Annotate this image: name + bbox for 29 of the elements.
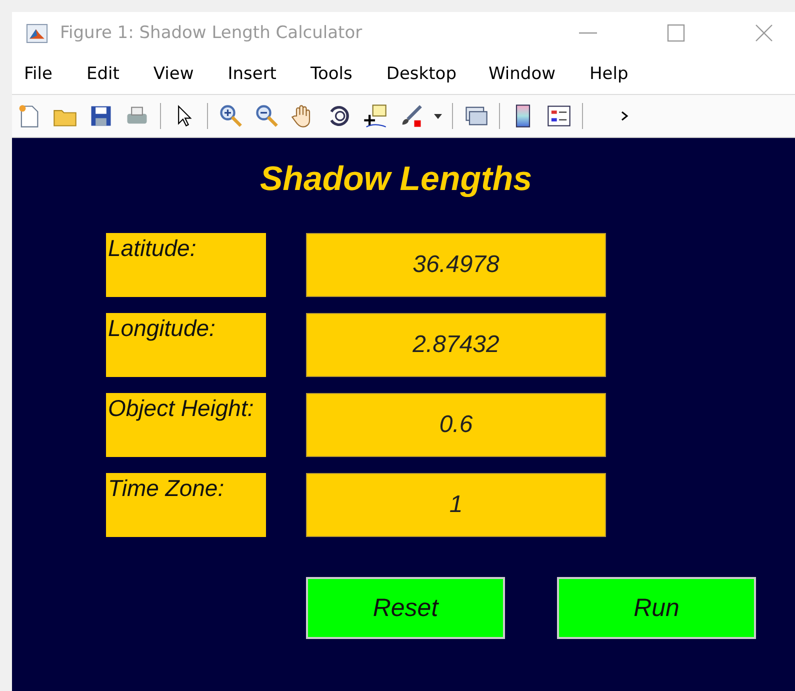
input-field[interactable]: 1 — [306, 473, 606, 537]
zoom-in-icon[interactable] — [218, 103, 244, 129]
input-field[interactable]: 0.6 — [306, 393, 606, 457]
menu-item[interactable]: Help — [590, 64, 628, 84]
menu-item[interactable]: View — [153, 64, 194, 84]
window-title: Figure 1: Shadow Length Calculator — [60, 23, 362, 43]
close-icon[interactable] — [755, 24, 773, 42]
field-label: Object Height: — [106, 393, 266, 457]
input-field[interactable]: 2.87432 — [306, 313, 606, 377]
app-logo-icon — [26, 24, 48, 42]
chevron-icon[interactable] — [621, 111, 629, 121]
caret-icon[interactable] — [434, 114, 442, 118]
maximize-icon[interactable] — [667, 24, 685, 42]
field-label: Longitude: — [106, 313, 266, 377]
menu-item[interactable]: Insert — [228, 64, 276, 84]
menu-item[interactable]: File — [24, 64, 52, 84]
menu-item[interactable]: Tools — [310, 64, 352, 84]
action-button[interactable]: Reset — [306, 577, 505, 639]
zoom-out-icon[interactable] — [254, 103, 280, 129]
figure-heading: Shadow Lengths — [259, 160, 533, 199]
legend-icon[interactable] — [546, 103, 572, 129]
menu-item[interactable]: Edit — [86, 64, 120, 84]
data-cursor-icon[interactable] — [362, 103, 388, 129]
menu-item[interactable]: Window — [488, 64, 556, 84]
field-label: Time Zone: — [106, 473, 266, 537]
input-field[interactable]: 36.4978 — [306, 233, 606, 297]
field-label: Latitude: — [106, 233, 266, 297]
menu-item[interactable]: Desktop — [386, 64, 456, 84]
action-button[interactable]: Run — [557, 577, 756, 639]
